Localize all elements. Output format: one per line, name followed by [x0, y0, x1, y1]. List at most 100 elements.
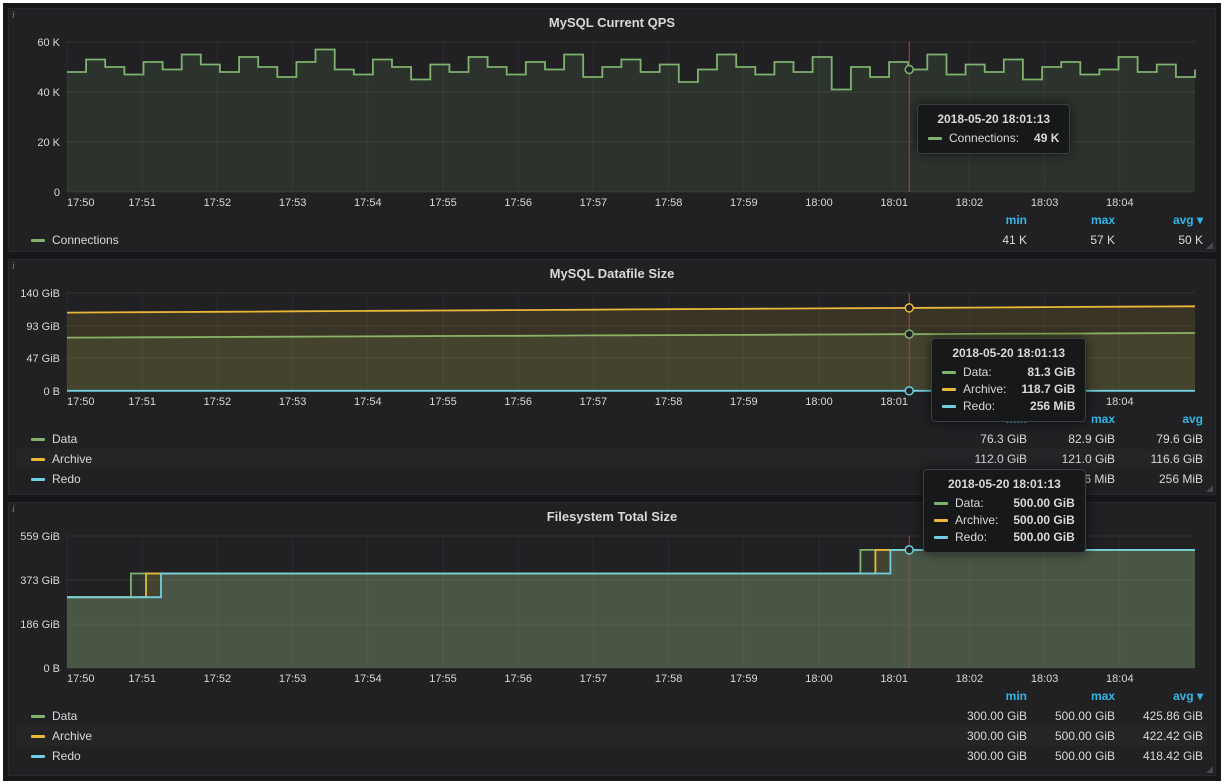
- series-toggle-redo[interactable]: Redo: [31, 472, 939, 486]
- svg-text:17:57: 17:57: [580, 197, 608, 209]
- series-color-dash: [31, 735, 45, 738]
- series-min-value: 300.00 GiB: [939, 729, 1027, 743]
- panel-info-icon[interactable]: i: [12, 261, 15, 272]
- series-color-dash: [934, 536, 948, 539]
- tooltip-timestamp: 2018-05-20 18:01:13: [942, 346, 1075, 360]
- svg-text:18:01: 18:01: [880, 673, 908, 685]
- legend-sort-header: min max avg ▾: [17, 212, 1207, 230]
- series-toggle-data[interactable]: Data: [31, 432, 939, 446]
- svg-text:17:53: 17:53: [279, 396, 307, 408]
- panel-resize-handle[interactable]: [1206, 242, 1213, 249]
- series-color-dash: [942, 388, 956, 391]
- svg-text:373 GiB: 373 GiB: [20, 575, 60, 587]
- svg-text:17:51: 17:51: [128, 673, 156, 685]
- series-max-value: 57 K: [1027, 233, 1115, 247]
- panel-mysql-datafile-size: i MySQL Datafile Size 17:5017:5117:5217:…: [8, 259, 1216, 495]
- sort-avg[interactable]: avg ▾: [1115, 213, 1203, 229]
- tooltip-series-value: 500.00 GiB: [1013, 496, 1074, 510]
- svg-text:47 GiB: 47 GiB: [26, 353, 60, 365]
- series-color-dash: [934, 519, 948, 522]
- series-color-dash: [31, 478, 45, 481]
- svg-text:17:56: 17:56: [504, 396, 532, 408]
- panel-info-icon[interactable]: i: [12, 10, 15, 21]
- series-avg-value: 256 MiB: [1115, 472, 1203, 486]
- svg-text:17:52: 17:52: [204, 673, 232, 685]
- series-max-value: 500.00 GiB: [1027, 749, 1115, 763]
- tooltip-series-value: 500.00 GiB: [1013, 513, 1074, 527]
- svg-text:17:56: 17:56: [504, 673, 532, 685]
- panel-resize-handle[interactable]: [1206, 485, 1213, 492]
- series-color-dash: [31, 438, 45, 441]
- series-color-dash: [934, 502, 948, 505]
- svg-text:17:59: 17:59: [730, 396, 758, 408]
- sort-max[interactable]: max: [1027, 689, 1115, 705]
- tooltip-row: Archive: 500.00 GiB: [934, 513, 1075, 527]
- panel-info-icon[interactable]: i: [12, 504, 15, 515]
- panel-mysql-current-qps: i MySQL Current QPS 17:5017:5117:5217:53…: [8, 8, 1216, 252]
- graph-tooltip: 2018-05-20 18:01:13 Data: 81.3 GiB Archi…: [931, 338, 1086, 422]
- tooltip-series-name: Archive:: [955, 513, 1006, 527]
- svg-text:17:59: 17:59: [730, 673, 758, 685]
- series-label: Redo: [52, 472, 81, 486]
- series-avg-value: 422.42 GiB: [1115, 729, 1203, 743]
- series-toggle-redo[interactable]: Redo: [31, 749, 939, 763]
- series-toggle-archive[interactable]: Archive: [31, 452, 939, 466]
- tooltip-series-value: 500.00 GiB: [1013, 530, 1074, 544]
- svg-text:17:50: 17:50: [67, 396, 95, 408]
- grafana-dashboard: i MySQL Current QPS 17:50 17:51 17:52 17:53…: [3, 3, 1221, 781]
- series-color-dash: [31, 715, 45, 718]
- panel-title[interactable]: MySQL Current QPS: [17, 11, 1207, 34]
- series-toggle-data[interactable]: Data: [31, 709, 939, 723]
- sort-avg[interactable]: avg ▾: [1115, 689, 1203, 705]
- svg-text:17:57: 17:57: [580, 673, 608, 685]
- sort-max[interactable]: max: [1027, 213, 1115, 229]
- series-color-dash: [31, 458, 45, 461]
- tooltip-row: Data: 500.00 GiB: [934, 496, 1075, 510]
- series-label: Redo: [52, 749, 81, 763]
- svg-text:18:01: 18:01: [880, 396, 908, 408]
- svg-text:18:04: 18:04: [1106, 396, 1134, 408]
- series-avg-value: 425.86 GiB: [1115, 709, 1203, 723]
- svg-text:18:00: 18:00: [805, 673, 833, 685]
- panel-title[interactable]: MySQL Datafile Size: [17, 262, 1207, 285]
- sort-min[interactable]: min: [939, 689, 1027, 705]
- svg-text:18:03: 18:03: [1031, 673, 1059, 685]
- svg-text:17:57: 17:57: [580, 396, 608, 408]
- tooltip-series-name: Redo:: [963, 399, 1023, 413]
- series-avg-value: 79.6 GiB: [1115, 432, 1203, 446]
- svg-text:17:55: 17:55: [429, 396, 457, 408]
- tooltip-row: Data: 81.3 GiB: [942, 365, 1075, 379]
- tooltip-series-name: Data:: [955, 496, 1006, 510]
- screenshot-frame: i MySQL Current QPS 17:50 17:51 17:52 17:53…: [0, 0, 1224, 784]
- svg-text:18:04: 18:04: [1106, 197, 1134, 209]
- svg-text:17:56: 17:56: [504, 197, 532, 209]
- series-color-dash: [31, 755, 45, 758]
- legend-row-archive: Archive 300.00 GiB 500.00 GiB 422.42 GiB: [17, 726, 1207, 746]
- legend-row-connections: Connections 41 K 57 K 50 K: [17, 230, 1207, 250]
- graph-tooltip: 2018-05-20 18:01:13 Data: 500.00 GiB Arc…: [923, 469, 1086, 553]
- series-color-dash: [928, 137, 942, 140]
- series-toggle-archive[interactable]: Archive: [31, 729, 939, 743]
- svg-text:0 B: 0 B: [43, 663, 60, 675]
- tooltip-timestamp: 2018-05-20 18:01:13: [934, 477, 1075, 491]
- legend-row-data: Data 76.3 GiB 82.9 GiB 79.6 GiB: [17, 429, 1207, 449]
- svg-text:93 GiB: 93 GiB: [26, 321, 60, 333]
- svg-text:186 GiB: 186 GiB: [20, 619, 60, 631]
- tooltip-row: Redo: 256 MiB: [942, 399, 1075, 413]
- svg-text:17:54: 17:54: [354, 673, 382, 685]
- tooltip-series-name: Archive:: [963, 382, 1014, 396]
- sort-min[interactable]: min: [939, 213, 1027, 229]
- svg-text:18:01: 18:01: [880, 197, 908, 209]
- sort-avg[interactable]: avg: [1115, 412, 1203, 428]
- panel-filesystem-total-size: i Filesystem Total Size 17:5017:5117:521…: [8, 502, 1216, 776]
- svg-text:17:52: 17:52: [204, 197, 232, 209]
- svg-text:17:53: 17:53: [279, 197, 307, 209]
- svg-text:18:02: 18:02: [956, 673, 984, 685]
- graph-tooltip: 2018-05-20 18:01:13 Connections: 49 K: [917, 104, 1070, 154]
- tooltip-series-value: 118.7 GiB: [1021, 382, 1075, 396]
- series-color-dash: [942, 371, 956, 374]
- series-toggle-connections[interactable]: Connections: [31, 233, 939, 247]
- svg-text:17:58: 17:58: [655, 197, 683, 209]
- panel-resize-handle[interactable]: [1206, 766, 1213, 773]
- svg-text:18:03: 18:03: [1031, 197, 1059, 209]
